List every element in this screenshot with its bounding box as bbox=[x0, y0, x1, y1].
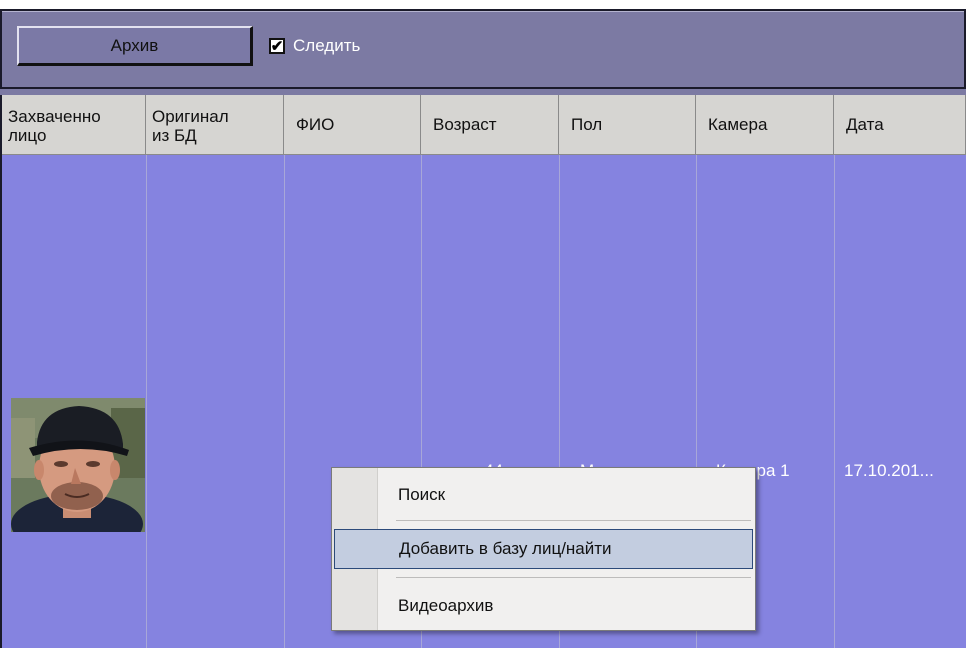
column-header-label: Пол bbox=[571, 115, 603, 134]
menu-item-add-to-face-db[interactable]: Добавить в базу лиц/найти bbox=[334, 529, 753, 569]
column-divider bbox=[284, 155, 285, 648]
column-header-age[interactable]: Возраст bbox=[421, 95, 559, 155]
menu-separator bbox=[396, 577, 751, 578]
face-search-window: Архив ✔ Следить Захваченно лицо Оригинал… bbox=[0, 0, 966, 648]
menu-item-video-archive[interactable]: Видеоархив bbox=[334, 586, 753, 626]
column-header-gender[interactable]: Пол bbox=[559, 95, 696, 155]
column-header-date[interactable]: Дата bbox=[834, 95, 966, 155]
toolbar: Архив ✔ Следить bbox=[0, 9, 966, 89]
column-header-label: Оригинал из БД bbox=[152, 107, 229, 145]
column-header-label: Дата bbox=[846, 115, 884, 134]
column-header-label: Камера bbox=[708, 115, 768, 134]
column-header-original[interactable]: Оригинал из БД bbox=[146, 95, 284, 155]
column-header-label: ФИО bbox=[296, 115, 335, 134]
menu-item-label: Поиск bbox=[398, 485, 446, 504]
column-divider bbox=[834, 155, 835, 648]
table-header: Захваченно лицо Оригинал из БД ФИО Возра… bbox=[2, 95, 966, 155]
face-photo bbox=[11, 398, 145, 532]
follow-checkbox-label: Следить bbox=[293, 36, 361, 55]
column-header-label: Возраст bbox=[433, 115, 497, 134]
checkmark-icon: ✔ bbox=[270, 37, 284, 55]
column-header-captured-face[interactable]: Захваченно лицо bbox=[2, 95, 146, 155]
toolbar-highlight bbox=[2, 11, 964, 12]
menu-item-label: Добавить в базу лиц/найти bbox=[399, 539, 612, 558]
follow-checkbox[interactable]: ✔ Следить bbox=[269, 33, 360, 59]
column-header-name[interactable]: ФИО bbox=[284, 95, 421, 155]
date-cell: 17.10.201... bbox=[844, 461, 934, 480]
menu-item-label: Видеоархив bbox=[398, 596, 494, 615]
context-menu: Поиск Добавить в базу лиц/найти Видеоарх… bbox=[331, 467, 756, 631]
column-divider bbox=[146, 155, 147, 648]
follow-checkbox-box[interactable]: ✔ bbox=[269, 38, 285, 54]
column-header-label: Захваченно лицо bbox=[8, 107, 101, 145]
captured-face-image[interactable] bbox=[11, 398, 145, 532]
archive-button-label: Архив bbox=[110, 35, 159, 55]
archive-button[interactable]: Архив bbox=[17, 26, 253, 66]
menu-separator bbox=[396, 520, 751, 521]
menu-item-search[interactable]: Поиск bbox=[334, 475, 753, 515]
column-header-camera[interactable]: Камера bbox=[696, 95, 834, 155]
